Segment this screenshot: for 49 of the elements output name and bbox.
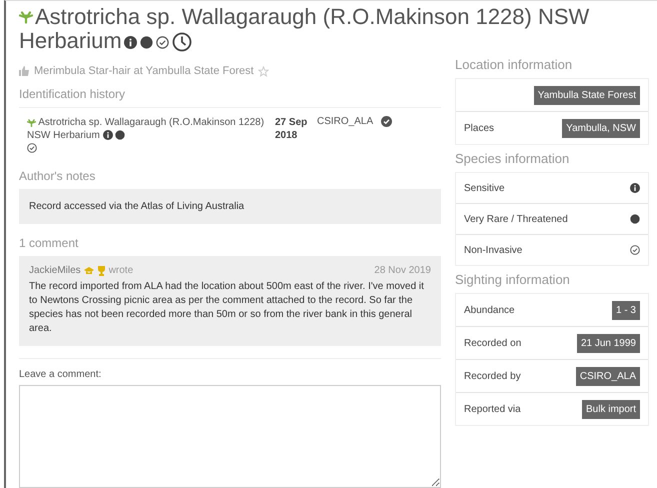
value-tag: CSIRO_ALA (576, 366, 640, 386)
trophy-icon (96, 266, 106, 276)
comments-heading: 1 comment (19, 236, 80, 250)
clock-icon (172, 32, 192, 52)
graduation-cap-icon (84, 267, 94, 275)
info-icon (630, 183, 640, 193)
identification-name[interactable]: Astrotricha sp. Wallagaraugh (R.O.Makinson 1228) NSW Herbarium (27, 116, 267, 155)
row-label: Reported via (464, 404, 521, 414)
identification-date: 27 Sep 2018 (275, 116, 308, 143)
section-heading: Identification history (19, 87, 126, 101)
info-icon (124, 36, 137, 49)
info-icon (102, 130, 113, 140)
row-label: Places (464, 122, 494, 134)
location-tag[interactable]: Yambulla State Forest (534, 86, 640, 104)
value-tag: Bulk import (582, 400, 640, 418)
comment-input[interactable] (19, 385, 441, 488)
comment-verb: wrote (108, 264, 134, 278)
section-heading: Sighting information (455, 272, 571, 287)
comment-author[interactable]: JackieMiles (29, 264, 81, 278)
check-circle-icon (630, 245, 640, 255)
dot-icon (140, 36, 153, 49)
value-tag: 1 - 3 (612, 300, 640, 320)
identified-by: CSIRO_ALA (317, 116, 373, 129)
comment-text: The record imported from ALA had the location about 500m east of the river. I've moved it to Newtons Crossing picnic area as per the comment attached to the record. So far the species has not been recorded more than 50m or so from the river bank in this general area. (29, 280, 425, 336)
common-name: Merimbula Star-hair at Yambulla State Forest (34, 65, 254, 77)
section-heading: Location information (455, 57, 574, 72)
comment-date: 28 Nov 2019 (374, 264, 431, 278)
section-heading: Species information (455, 151, 570, 166)
plant-icon (19, 9, 33, 24)
dot-icon (115, 130, 126, 140)
check-circle-icon (27, 143, 37, 154)
authors-note: Record accessed via the Atlas of Living Australia (19, 189, 441, 224)
location-tag[interactable]: Yambulla, NSW (562, 118, 640, 138)
thumbs-up-icon (19, 66, 30, 76)
row-label: Recorded on (464, 338, 522, 348)
comment-label: Leave a comment: (19, 369, 102, 380)
row-label: Sensitive (464, 182, 505, 194)
row-label: Very Rare / Threatened (464, 214, 568, 224)
section-heading: Author's notes (19, 169, 96, 183)
plant-icon (27, 118, 36, 127)
page-title: Astrotricha sp. Wallagaraugh (R.O.Makinson 1228) NSW Herbarium (19, 5, 590, 53)
star-outline-icon[interactable] (258, 66, 269, 76)
value-tag: 21 Jun 1999 (576, 334, 640, 352)
row-label: Abundance (464, 304, 515, 316)
dot-icon (630, 214, 640, 224)
check-circle-icon (156, 36, 169, 49)
check-circle-icon (381, 116, 392, 127)
row-label: Non-Invasive (464, 244, 522, 256)
row-label: Recorded by (464, 370, 521, 382)
